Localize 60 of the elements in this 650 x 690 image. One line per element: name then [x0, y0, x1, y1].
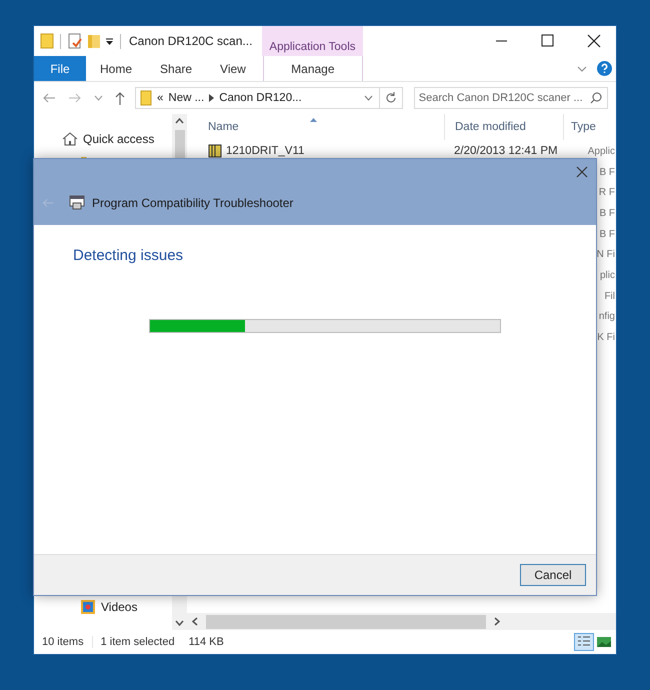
document-check-icon[interactable] — [67, 33, 83, 49]
search-field[interactable]: Search Canon DR120C scaner ... — [414, 87, 608, 109]
type-cell: plic — [600, 270, 616, 281]
context-tab-label: Application Tools — [262, 26, 362, 56]
address-bar[interactable]: « New ... Canon DR120... — [135, 87, 380, 109]
breadcrumb[interactable]: New ... — [168, 92, 204, 104]
chevron-left-icon[interactable] — [192, 617, 198, 626]
sort-arrow-icon — [310, 118, 317, 122]
type-cell: Fil — [604, 290, 616, 302]
nav-item[interactable]: Quick access — [83, 132, 154, 146]
type-cell: N Fi — [596, 249, 616, 260]
column-header[interactable]: Name — [187, 114, 444, 140]
chevron-down-icon[interactable] — [364, 95, 373, 101]
chevron-right-icon[interactable] — [494, 617, 500, 626]
type-cell: R F — [598, 187, 616, 198]
status-text: 1 item selected — [100, 636, 176, 648]
type-cell: B F — [599, 208, 616, 219]
search-icon[interactable] — [590, 92, 602, 104]
refresh-icon — [384, 92, 397, 104]
cancel-button[interactable]: Cancel — [520, 564, 586, 586]
chevron-down-icon[interactable] — [94, 95, 103, 101]
nav-item[interactable]: Videos — [101, 600, 138, 614]
up-arrow-icon[interactable] — [115, 92, 125, 104]
program-icon — [69, 195, 85, 210]
chevron-down-icon[interactable] — [175, 620, 184, 626]
refresh-button[interactable] — [380, 87, 403, 109]
ribbon-tab[interactable]: Home — [86, 56, 146, 81]
home-icon — [62, 132, 78, 146]
column-header[interactable]: Date modified — [444, 114, 564, 140]
back-arrow-icon[interactable] — [42, 93, 56, 103]
thumbnail-view-icon[interactable] — [596, 635, 612, 649]
status-text: 10 items — [34, 636, 93, 648]
ribbon-tab[interactable]: View — [206, 56, 260, 81]
status-text: 114 KB — [188, 636, 225, 648]
dialog-title: Program Compatibility Troubleshooter — [92, 196, 294, 210]
horizontal-scrollbar[interactable] — [187, 613, 616, 630]
chevron-up-icon[interactable] — [175, 118, 184, 124]
archive-icon — [208, 144, 222, 158]
type-cell: K Fi — [597, 332, 616, 344]
date-cell-text: 2/20/2013 12:41 PM — [453, 145, 559, 158]
breadcrumb-overflow[interactable]: « — [157, 92, 164, 104]
breadcrumb[interactable]: Canon DR120... — [219, 92, 302, 104]
folder-icon — [140, 90, 152, 106]
status-heading: Detecting issues — [73, 247, 184, 264]
scroll-thumb[interactable] — [206, 614, 486, 628]
file-tab[interactable]: File — [34, 56, 86, 81]
type-cell: B F — [599, 166, 616, 178]
chevron-right-icon[interactable] — [209, 94, 214, 102]
type-cell: B F — [599, 228, 616, 240]
ribbon-tab[interactable]: Share — [146, 56, 206, 81]
chevron-down-icon[interactable] — [577, 64, 587, 72]
help-icon[interactable] — [597, 61, 612, 76]
file-name[interactable]: 1210DRIT_V11 — [226, 145, 304, 158]
dropdown-icon[interactable] — [105, 36, 114, 46]
details-view-icon[interactable] — [574, 633, 594, 651]
type-cell: Applic — [588, 146, 616, 157]
film-icon — [80, 599, 96, 615]
type-cell: nfig — [598, 311, 616, 322]
column-header[interactable]: Type — [564, 114, 616, 140]
window-title: Canon DR120C scan... — [129, 34, 252, 48]
